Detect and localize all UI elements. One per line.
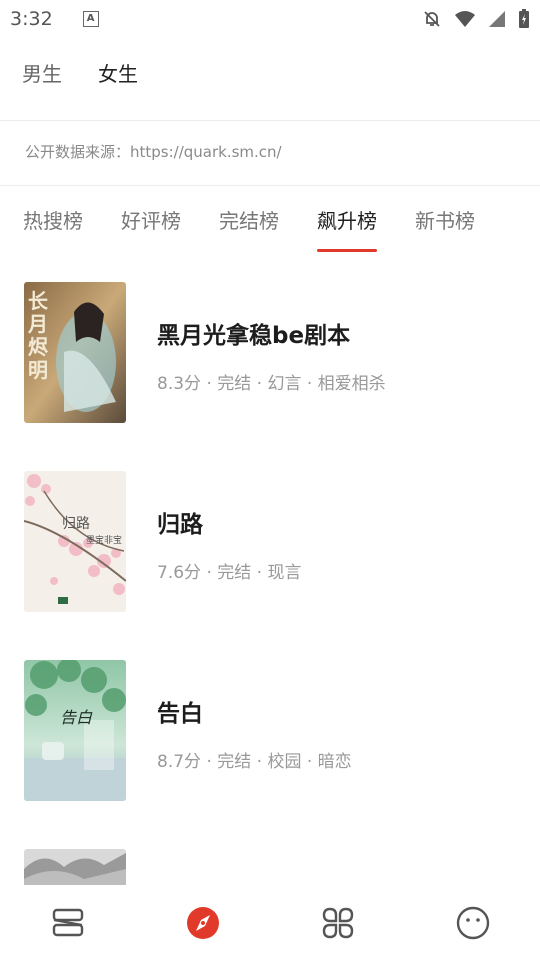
list-item[interactable]: 长月烬明 黑月光拿稳be剧本 8.3分 · 完结 · 幻言 · 相爱相杀: [24, 282, 524, 423]
book-title[interactable]: 黑月光拿稳be剧本: [157, 316, 350, 350]
data-source-text: 公开数据来源：https://quark.sm.cn/: [25, 143, 282, 161]
book-cover[interactable]: [24, 660, 126, 801]
book-title[interactable]: 告白: [157, 694, 203, 728]
categories-icon: [322, 907, 353, 939]
cover-title: 告白: [60, 708, 93, 727]
notification-a-icon: A: [82, 11, 99, 27]
tab-rising[interactable]: 飙升榜: [317, 205, 377, 252]
tab-hot-search[interactable]: 热搜榜: [23, 205, 83, 234]
list-item[interactable]: [24, 849, 524, 885]
tab-top-rated[interactable]: 好评榜: [121, 205, 181, 234]
list-item[interactable]: 归路 墨宝非宝 归路 7.6分 · 完结 · 现言: [24, 471, 524, 612]
cover-author: 墨宝非宝: [86, 536, 123, 546]
tab-new-books[interactable]: 新书榜: [415, 205, 475, 234]
compass-icon: [186, 907, 219, 939]
nav-bookshelf[interactable]: [38, 893, 98, 953]
book-meta: 8.3分 · 完结 · 幻言 · 相爱相杀: [157, 374, 386, 394]
battery-icon: [519, 9, 529, 28]
bottom-navigation: [0, 886, 540, 960]
profile-icon: [456, 906, 489, 940]
ranking-tabs: 热搜榜 好评榜 完结榜 飙升榜 新书榜: [23, 205, 540, 252]
book-meta: 8.7分 · 完结 · 校园 · 暗恋: [157, 752, 352, 772]
nav-categories[interactable]: [308, 893, 368, 953]
cell-signal-icon: [489, 11, 505, 27]
book-meta: 7.6分 · 完结 · 现言: [157, 563, 302, 583]
tab-female[interactable]: 女生: [98, 58, 138, 87]
status-bar: 3:32 A: [0, 0, 540, 38]
nav-discover[interactable]: [173, 893, 233, 953]
status-time: 3:32: [10, 8, 53, 30]
nav-profile[interactable]: [443, 893, 503, 953]
book-title[interactable]: 归路: [157, 505, 203, 539]
wifi-icon: [455, 11, 475, 27]
gender-tabs: 男生 女生: [22, 58, 138, 87]
muted-bell-icon: [424, 11, 440, 27]
divider: [0, 185, 540, 186]
tab-completed[interactable]: 完结榜: [219, 205, 279, 234]
list-item[interactable]: 告白 告白 8.7分 · 完结 · 校园 · 暗恋: [24, 660, 524, 801]
divider: [0, 120, 540, 121]
tab-male[interactable]: 男生: [22, 58, 62, 87]
bookshelf-icon: [52, 908, 83, 937]
cover-title: 归路: [62, 516, 90, 532]
cover-title: 长月烬明: [28, 289, 48, 382]
book-cover[interactable]: [24, 849, 126, 885]
